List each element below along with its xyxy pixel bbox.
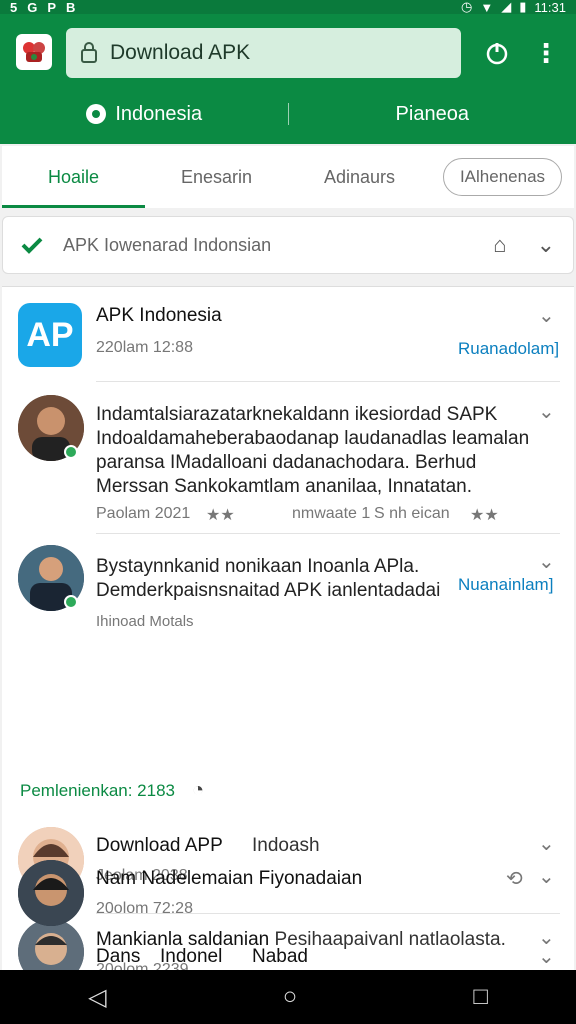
more-vert-icon: ⋮: [533, 37, 559, 68]
status-left-icons: 5 G P B: [10, 0, 75, 15]
location-icon: [86, 104, 107, 124]
status-right-icons: ◷ ▼ ◢ ▮ 11:31: [461, 0, 566, 15]
status-time: 11:31: [534, 0, 566, 15]
region-tab-secondary[interactable]: Pianeoa: [289, 103, 576, 126]
recents-icon[interactable]: □: [473, 983, 488, 1011]
chevron-down-icon[interactable]: ⌄: [538, 831, 555, 856]
top-bar: Download APK ⋮ Indonesia Pianeoa: [0, 14, 576, 144]
post-link[interactable]: Nuanainlam]: [458, 575, 553, 595]
tab-label: Hoaile: [47, 166, 100, 187]
post-title-suffix: Indoash: [252, 835, 320, 856]
post-meta: 20olom 72:28: [96, 900, 193, 917]
post-meta-right: S nh eican: [374, 505, 450, 522]
verify-actions: ⌂ ⌄: [493, 232, 573, 258]
tab-label: Adinaurs: [323, 166, 396, 187]
post-body: Bystaynnkanid nonikaan Inoanla APla. Dem…: [96, 556, 441, 601]
home-icon[interactable]: ○: [283, 983, 298, 1011]
tab-trending[interactable]: Enesarin: [145, 146, 288, 208]
post-title: Download APP: [96, 835, 223, 856]
app-title: APK Indonesia: [96, 305, 222, 326]
post-body: Indamtalsiarazatarknekaldann ikesiordad …: [96, 404, 530, 497]
verify-row[interactable]: APK Iowenarad Indonsian ⌂ ⌄: [2, 216, 574, 274]
app-card[interactable]: AP APK Indonesia 220lam 12:88 ⌄ Ruanadol…: [2, 287, 574, 381]
post-meta-mid: nmwaate 1: [292, 505, 371, 522]
battery-icon: ▮: [519, 0, 527, 14]
status-icon-3: P: [47, 0, 57, 15]
lock-icon: [81, 42, 97, 63]
app-icon: AP: [18, 303, 82, 367]
region-tab-indonesia[interactable]: Indonesia: [0, 103, 288, 126]
power-button[interactable]: [482, 38, 512, 68]
post-sub: Ihinoad Motals: [96, 613, 194, 630]
alarm-icon: ◷: [461, 0, 473, 14]
tab-admin[interactable]: Adinaurs: [288, 146, 431, 208]
divider: [96, 381, 560, 382]
region-tabs: Indonesia Pianeoa: [0, 94, 576, 134]
apk-logo-icon: [23, 42, 45, 62]
app-logo[interactable]: [16, 34, 52, 70]
tab-pill: IAlhenenas: [442, 158, 563, 196]
section-label: Pemlenienkan: 2183: [20, 781, 176, 800]
status-icon-2: G: [27, 0, 38, 15]
back-icon[interactable]: ◁: [88, 983, 106, 1012]
online-badge: [64, 445, 78, 459]
signal-icon: ◢: [501, 0, 512, 14]
person-avatar-icon: [18, 860, 84, 926]
url-bar[interactable]: Download APK: [66, 28, 461, 78]
post-meta: Paolam 2021: [96, 505, 191, 522]
divider: [96, 533, 560, 534]
chevron-down-icon[interactable]: ⌄: [538, 549, 555, 574]
chevron-down-icon[interactable]: ⌄: [538, 303, 555, 328]
tab-others[interactable]: IAlhenenas: [431, 146, 574, 208]
post-card[interactable]: Dans Indonel Nabad ⌄: [0, 940, 572, 970]
chevron-down-icon[interactable]: ⌄: [538, 944, 555, 969]
post-card[interactable]: Indamtalsiarazatarknekaldann ikesiordad …: [2, 391, 574, 531]
post-title: Dans: [96, 946, 141, 967]
verify-text: APK Iowenarad Indonsian: [63, 234, 272, 255]
chevron-down-icon[interactable]: ⌄: [538, 399, 555, 424]
post-card[interactable]: Nam Nadelemaian Fiyonadaian 20olom 72:28…: [0, 858, 572, 944]
region-tab-label: Pianeoa: [395, 102, 469, 125]
region-tab-label: Indonesia: [115, 102, 203, 125]
rating-icon: ★★: [470, 507, 499, 524]
post-title: Nam Nadelemaian Fiyonadaian: [96, 868, 363, 889]
power-icon: [486, 43, 508, 65]
post-card[interactable]: Bystaynnkanid nonikaan Inoanla APla. Dem…: [2, 541, 574, 657]
app-meta: 220lam 12:88: [96, 339, 193, 356]
share-icon[interactable]: ⟲: [506, 866, 523, 891]
app-link[interactable]: Ruanadolam]: [458, 339, 559, 359]
status-icon-1: 5: [10, 0, 18, 15]
post-title-suffix: Nabad: [252, 946, 308, 967]
tab-label: Enesarin: [180, 166, 253, 187]
status-bar: 5 G P B ◷ ▼ ◢ ▮ 11:31: [0, 0, 576, 15]
avatar: [18, 860, 84, 926]
main-content: Hoaile Enesarin Adinaurs IAlhenenas APK …: [0, 144, 576, 970]
chevron-down-icon[interactable]: ⌄: [537, 232, 555, 258]
home-icon[interactable]: ⌂: [493, 232, 506, 258]
post-title-mid: Indonel: [160, 946, 223, 967]
url-text: Download APK: [110, 41, 251, 64]
status-icon-4: B: [66, 0, 76, 15]
category-tabs: Hoaile Enesarin Adinaurs IAlhenenas: [2, 146, 574, 208]
wifi-icon: ▼: [480, 0, 494, 15]
tab-home[interactable]: Hoaile: [2, 146, 145, 208]
check-icon: [21, 237, 43, 254]
chevron-down-icon[interactable]: ⌄: [538, 864, 555, 889]
clock-icon: ◔: [192, 779, 205, 801]
more-menu-button[interactable]: ⋮: [533, 37, 559, 68]
system-nav-bar: ◁ ○ □: [0, 970, 576, 1024]
online-badge: [64, 595, 78, 609]
rating-icon: ★★: [206, 507, 235, 524]
